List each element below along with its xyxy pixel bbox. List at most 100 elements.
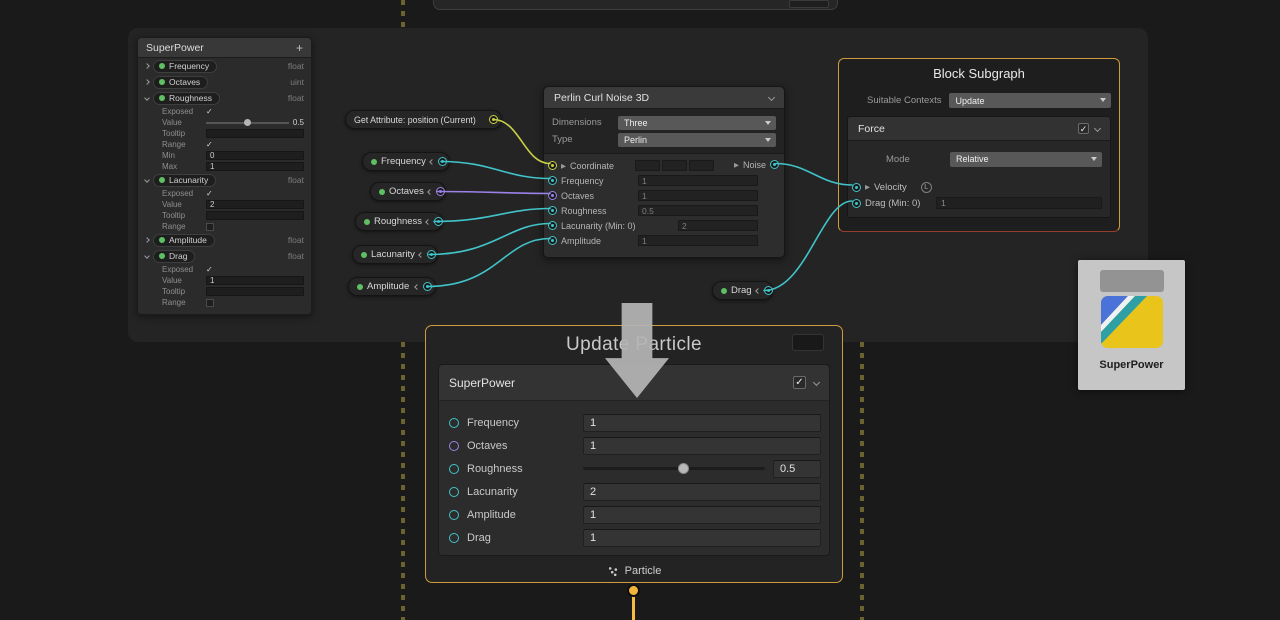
- z-field[interactable]: [689, 160, 714, 171]
- checkbox-checked-icon[interactable]: ✓: [206, 190, 213, 198]
- property-pill[interactable]: Drag: [153, 250, 195, 263]
- x-field[interactable]: [635, 160, 660, 171]
- collapse-icon[interactable]: [144, 253, 150, 259]
- value-field[interactable]: 1: [638, 190, 758, 201]
- value-field[interactable]: 1: [583, 437, 821, 455]
- value-field[interactable]: 2: [678, 220, 758, 231]
- input-port[interactable]: [548, 236, 557, 245]
- input-port[interactable]: [449, 464, 459, 474]
- enabled-checkbox[interactable]: ✓: [1078, 123, 1089, 134]
- value-field[interactable]: 1: [583, 506, 821, 524]
- param-node-drag[interactable]: Drag: [712, 281, 773, 300]
- param-node-roughness[interactable]: Roughness: [355, 212, 443, 231]
- expand-port-icon[interactable]: ▶: [561, 162, 566, 170]
- context-header-badge[interactable]: [792, 334, 824, 351]
- value-field[interactable]: 1: [638, 235, 758, 246]
- output-port[interactable]: [764, 286, 773, 295]
- value-field[interactable]: 2: [583, 483, 821, 501]
- output-port[interactable]: [427, 250, 436, 259]
- expand-icon[interactable]: [144, 63, 150, 69]
- input-port[interactable]: [449, 418, 459, 428]
- param-node-frequency[interactable]: Frequency: [362, 152, 450, 171]
- value-input[interactable]: 1: [206, 276, 304, 285]
- blackboard-item-lacunarity[interactable]: Lacunarity float: [138, 172, 311, 188]
- tooltip-input[interactable]: [206, 287, 304, 296]
- get-attribute-node[interactable]: Get Attribute: position (Current): [345, 110, 502, 129]
- y-field[interactable]: [662, 160, 687, 171]
- mode-dropdown[interactable]: Relative: [950, 152, 1102, 167]
- checkbox-unchecked[interactable]: [206, 223, 214, 231]
- node-header[interactable]: Perlin Curl Noise 3D: [544, 87, 784, 109]
- value-field[interactable]: 0.5: [773, 460, 821, 478]
- tooltip-input[interactable]: [206, 129, 304, 138]
- min-input[interactable]: 0: [206, 151, 304, 160]
- context-flow-port[interactable]: [627, 584, 640, 597]
- property-pill[interactable]: Roughness: [153, 92, 220, 105]
- output-port[interactable]: [770, 160, 779, 169]
- blackboard-item-octaves[interactable]: Octaves uint: [138, 74, 311, 90]
- expand-icon[interactable]: [144, 237, 150, 243]
- param-node-lacunarity[interactable]: Lacunarity: [352, 245, 438, 264]
- blackboard-item-drag[interactable]: Drag float: [138, 248, 311, 264]
- value-number[interactable]: 0.5: [293, 118, 304, 127]
- input-port[interactable]: [548, 176, 557, 185]
- roughness-slider[interactable]: [583, 467, 765, 470]
- input-port[interactable]: [852, 199, 861, 208]
- output-port[interactable]: [434, 217, 443, 226]
- input-port[interactable]: [548, 206, 557, 215]
- blackboard-item-amplitude[interactable]: Amplitude float: [138, 232, 311, 248]
- value-field[interactable]: 1: [583, 414, 821, 432]
- param-node-octaves[interactable]: Octaves: [370, 182, 446, 201]
- checkbox-checked-icon[interactable]: ✓: [206, 141, 213, 149]
- chevron-down-icon[interactable]: [768, 94, 775, 101]
- space-badge[interactable]: L: [921, 182, 932, 193]
- add-property-button[interactable]: +: [296, 41, 303, 55]
- input-port[interactable]: [548, 161, 557, 170]
- property-pill[interactable]: Frequency: [153, 60, 217, 73]
- value-field[interactable]: 1: [583, 529, 821, 547]
- collapse-icon[interactable]: [144, 95, 150, 101]
- param-node-amplitude[interactable]: Amplitude: [348, 277, 436, 296]
- value-field[interactable]: 1: [638, 175, 758, 186]
- value-slider[interactable]: [206, 122, 289, 124]
- type-dropdown[interactable]: Perlin: [618, 133, 776, 147]
- input-port[interactable]: [548, 191, 557, 200]
- property-pill[interactable]: Lacunarity: [153, 174, 216, 187]
- output-port[interactable]: [489, 115, 498, 124]
- subgraph-asset-card[interactable]: SuperPower: [1078, 260, 1185, 390]
- chevron-down-icon[interactable]: [1094, 125, 1101, 132]
- slider-handle[interactable]: [678, 463, 689, 474]
- expand-icon[interactable]: [144, 79, 150, 85]
- property-pill[interactable]: Amplitude: [153, 234, 215, 247]
- value-field[interactable]: 0.5: [638, 205, 758, 216]
- blackboard-item-frequency[interactable]: Frequency float: [138, 58, 311, 74]
- output-port[interactable]: [438, 157, 447, 166]
- checkbox-checked-icon[interactable]: ✓: [206, 266, 213, 274]
- collapse-icon[interactable]: [429, 159, 435, 165]
- output-port[interactable]: [436, 187, 445, 196]
- expand-port-icon[interactable]: ▶: [865, 183, 870, 191]
- tooltip-input[interactable]: [206, 211, 304, 220]
- perlin-curl-noise-node[interactable]: Perlin Curl Noise 3D Dimensions Three Ty…: [543, 86, 785, 258]
- input-port[interactable]: [449, 510, 459, 520]
- value-input[interactable]: 2: [206, 200, 304, 209]
- block-header[interactable]: Force ✓: [848, 117, 1110, 141]
- input-port[interactable]: [852, 183, 861, 192]
- input-port[interactable]: [449, 487, 459, 497]
- slider-track[interactable]: [206, 122, 289, 124]
- collapse-icon[interactable]: [414, 284, 420, 290]
- output-port[interactable]: [423, 282, 432, 291]
- input-port[interactable]: [449, 441, 459, 451]
- collapse-icon[interactable]: [755, 288, 761, 294]
- checkbox-checked-icon[interactable]: ✓: [206, 108, 213, 116]
- checkbox-unchecked[interactable]: [206, 299, 214, 307]
- force-block[interactable]: Force ✓ Mode Relative ▶ Velocity L Drag …: [847, 116, 1111, 218]
- slider-handle[interactable]: [244, 119, 251, 126]
- input-port[interactable]: [548, 221, 557, 230]
- dimensions-dropdown[interactable]: Three: [618, 116, 776, 130]
- collapse-icon[interactable]: [425, 219, 431, 225]
- property-pill[interactable]: Octaves: [153, 76, 208, 89]
- max-input[interactable]: 1: [206, 162, 304, 171]
- collapse-icon[interactable]: [418, 252, 424, 258]
- drag-value-field[interactable]: 1: [936, 197, 1102, 209]
